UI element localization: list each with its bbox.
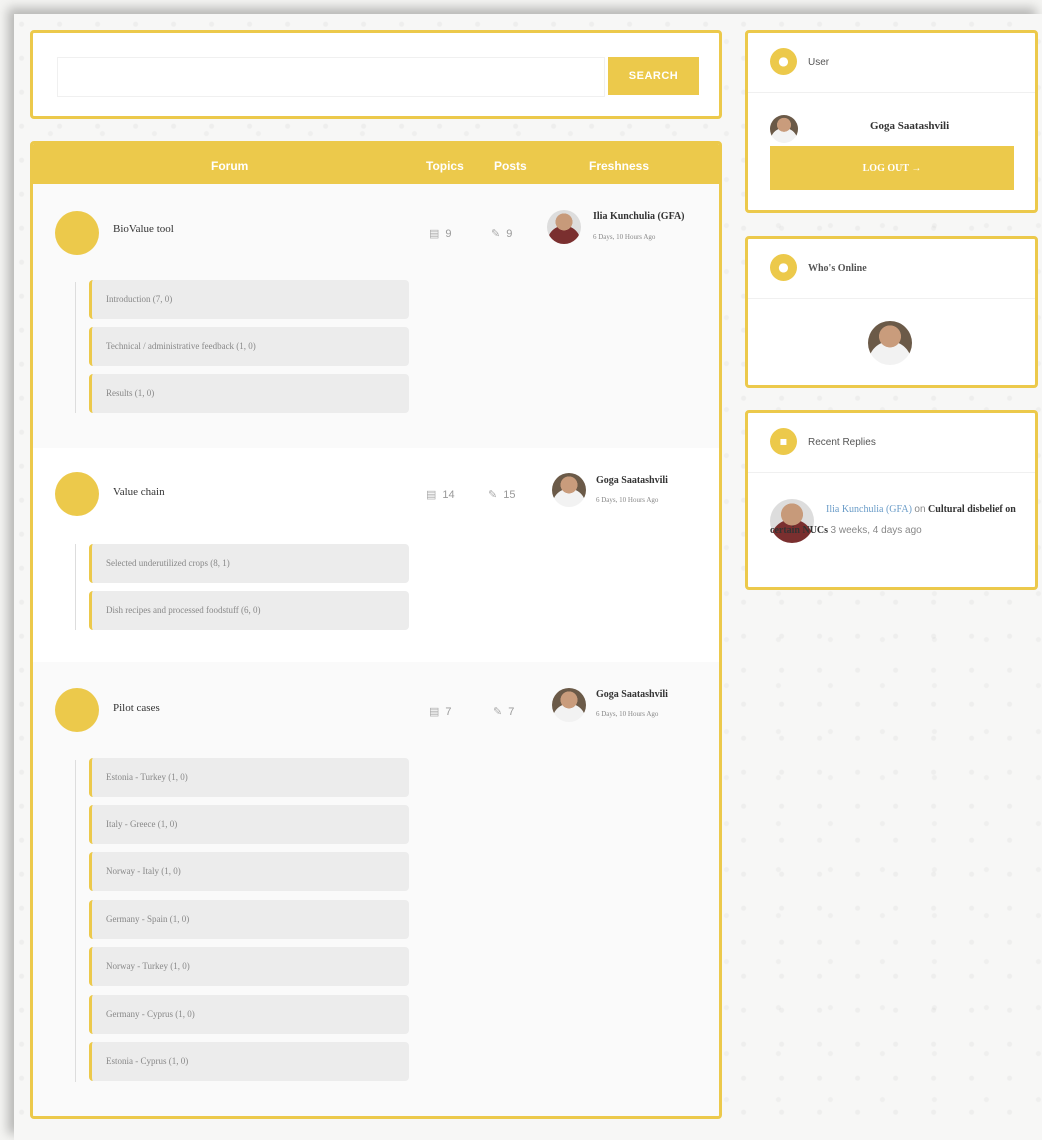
column-posts: Posts [494,159,527,173]
forum-icon [55,688,99,732]
subforum-item[interactable]: Introduction (7, 0) [89,280,409,319]
user-name[interactable]: Goga Saatashvili [870,120,949,132]
topic-count: ▤ 7 [429,706,452,718]
forum-icon [55,211,99,255]
widget-header: ● User [748,33,1035,93]
post-count: ✎ 15 [488,489,516,501]
subforum-item[interactable]: Technical / administrative feedback (1, … [89,327,409,366]
freshness-time[interactable]: 6 Days, 10 Hours Ago [596,710,658,718]
online-user-avatar[interactable] [868,321,912,365]
widget-title: Recent Replies [808,437,876,448]
forum-table-header: Forum Topics Posts Freshness [33,144,719,184]
chat-bubble-icon: ▪ [770,428,797,455]
avatar[interactable] [770,115,798,143]
forum-icon [55,472,99,516]
forum-row: Value chain ▤ 14 ✎ 15 Goga Saatashvili 6 D… [33,448,719,662]
topic-count: ▤ 14 [426,489,455,501]
topic-count: ▤ 9 [429,228,452,240]
subforum-item[interactable]: Norway - Turkey (1, 0) [89,947,409,986]
freshness-author[interactable]: Ilia Kunchulia (GFA) [593,211,685,222]
subforum-item[interactable]: Estonia - Turkey (1, 0) [89,758,409,797]
subforum-item[interactable]: Germany - Cyprus (1, 0) [89,995,409,1034]
post-count: ✎ 7 [493,706,515,718]
subforum-item[interactable]: Estonia - Cyprus (1, 0) [89,1042,409,1081]
subforum-item[interactable]: Germany - Spain (1, 0) [89,900,409,939]
user-widget: ● User Goga Saatashvili LOG OUT → [745,30,1038,213]
freshness-author[interactable]: Goga Saatashvili [596,475,668,486]
forum-row: Pilot cases ▤ 7 ✎ 7 Goga Saatashvili 6 Day… [33,662,719,1116]
subforum-item[interactable]: Dish recipes and processed foodstuff (6,… [89,591,409,630]
reply-time: 3 weeks, 4 days ago [830,525,922,536]
whos-online-widget: ● Who's Online [745,236,1038,388]
post-count: ✎ 9 [491,228,513,240]
search-panel: SEARCH [30,30,722,119]
recent-reply: Ilia Kunchulia (GFA) on Cultural disbeli… [770,499,1020,541]
subforum-line [75,282,76,413]
column-forum: Forum [211,159,249,173]
document-icon: ▤ [426,489,437,501]
subforum-line [75,544,76,630]
pencil-icon: ✎ [491,228,501,240]
forum-title[interactable]: Value chain [113,486,165,498]
column-topics: Topics [426,159,464,173]
subforum-item[interactable]: Selected underutilized crops (8, 1) [89,544,409,583]
recent-replies-widget: ▪ Recent Replies Ilia Kunchulia (GFA) on… [745,410,1038,590]
search-input[interactable] [57,57,605,97]
user-icon: ● [770,48,797,75]
freshness-avatar[interactable] [552,473,586,507]
subforum-item[interactable]: Norway - Italy (1, 0) [89,852,409,891]
forum-title[interactable]: Pilot cases [113,702,160,714]
logout-button[interactable]: LOG OUT → [770,146,1014,190]
freshness-avatar[interactable] [547,210,581,244]
freshness-author[interactable]: Goga Saatashvili [596,689,668,700]
search-button[interactable]: SEARCH [608,57,699,95]
reply-on-text: on [914,504,926,515]
subforum-item[interactable]: Results (1, 0) [89,374,409,413]
pencil-icon: ✎ [488,489,498,501]
freshness-time[interactable]: 6 Days, 10 Hours Ago [593,233,655,241]
forum-title[interactable]: BioValue tool [113,223,174,235]
subforum-item[interactable]: Italy - Greece (1, 0) [89,805,409,844]
reply-author-link[interactable]: Ilia Kunchulia (GFA) [826,504,912,515]
document-icon: ▤ [429,706,440,718]
pencil-icon: ✎ [493,706,503,718]
subforum-line [75,760,76,1082]
forum-table: Forum Topics Posts Freshness BioValue to… [30,141,722,1119]
forum-row: BioValue tool ▤ 9 ✎ 9 Ilia Kunchulia (GFA)… [33,184,719,448]
column-freshness: Freshness [589,159,650,173]
widget-header: ● Who's Online [748,239,1035,299]
widget-header: ▪ Recent Replies [748,413,1035,473]
widget-title: Who's Online [808,263,867,274]
widget-title: User [808,57,830,68]
freshness-avatar[interactable] [552,688,586,722]
document-icon: ▤ [429,228,440,240]
freshness-time[interactable]: 6 Days, 10 Hours Ago [596,496,658,504]
location-pin-icon: ● [770,254,797,281]
